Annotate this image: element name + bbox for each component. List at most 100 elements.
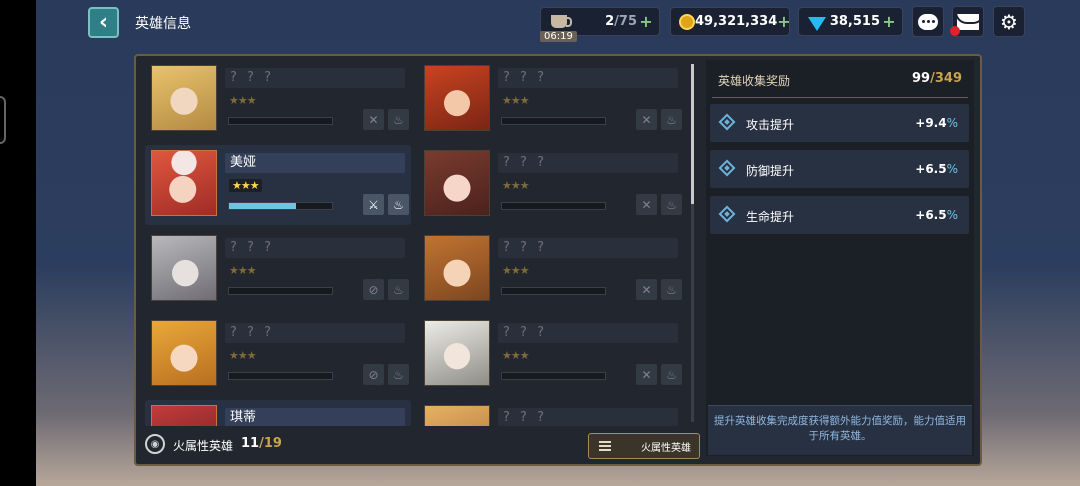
hero-card[interactable]: ? ? ? ★★★ ⊘ ♨ [145,230,411,310]
attribute-label: 火属性英雄 [173,439,234,453]
hero-name: ? ? ? [225,68,405,88]
hero-progress [228,202,333,210]
hero-stars: ★★★ [502,349,530,362]
attribute-count-current: 11 [241,436,260,451]
hero-name: ? ? ? [225,323,405,343]
bonus-unit: % [946,162,958,176]
attribute-count-max: /19 [259,436,282,451]
gem-value: 38,515 [829,14,880,29]
stamina-max: /75 [614,14,637,29]
hero-portrait [424,235,490,301]
hero-portrait [151,150,217,216]
swords-icon: ✕ [636,279,657,300]
bonus-label: 生命提升 [746,210,795,224]
chevron-left-icon: ‹ [98,10,109,35]
menu-icon [599,441,611,451]
hero-stars: ★★★ [229,94,257,107]
bonus-defense: 防御提升 +6.5% [710,150,969,188]
bonus-number: +9.4 [915,116,947,130]
hero-name: 美娅 [225,153,405,173]
hero-progress [501,117,606,125]
gem-icon [807,12,827,32]
attribute-filter-button[interactable]: 火属性英雄 [588,433,700,459]
bonus-number: +6.5 [915,208,947,222]
gold-value: 49,321,334 [695,14,778,29]
hero-portrait [151,235,217,301]
fire-attribute-icon: ◉ [145,434,165,454]
add-stamina-button[interactable]: + [637,12,655,31]
hero-card[interactable]: ? ? ? ★★★ ✕ ♨ [418,145,684,225]
hero-name: ? ? ? [498,323,678,343]
swords-icon: ✕ [636,194,657,215]
hero-stars: ★★★ [502,94,530,107]
hero-stars: ★★★ [502,264,530,277]
hero-card[interactable]: ? ? ? [418,400,684,426]
hero-card[interactable]: 琪蒂 [145,400,411,426]
hero-name: ? ? ? [498,68,678,88]
hero-portrait [424,405,490,426]
chat-button[interactable] [912,6,944,37]
hero-card[interactable]: ? ? ? ★★★ ⊘ ♨ [145,315,411,395]
gem-counter: 38,515 + [798,7,903,36]
hero-stars: ★★★ [229,179,262,192]
notification-dot [950,26,960,36]
cup-icon [549,12,572,32]
hero-stars: ★★★ [229,349,257,362]
no-attack-icon: ⊘ [363,279,384,300]
chat-icon [918,13,938,30]
hero-stars: ★★★ [229,264,257,277]
hero-card[interactable]: ? ? ? ★★★ ✕ ♨ [418,315,684,395]
bonus-number: +6.5 [915,162,947,176]
hero-stars: ★★★ [502,179,530,192]
bonus-attack: 攻击提升 +9.4% [710,104,969,142]
device-bezel [0,0,36,486]
hero-card[interactable]: ? ? ? ★★★ ✕ ♨ [418,60,684,140]
hero-portrait [424,65,490,131]
bonus-label: 防御提升 [746,164,795,178]
hero-portrait [424,150,490,216]
diamond-icon [718,159,736,177]
diamond-icon [718,113,736,131]
collection-note: 提升英雄收集完成度获得额外能力值奖励，能力值适用于所有英雄。 [708,405,972,455]
no-attack-icon: ⊘ [363,364,384,385]
coin-icon [679,12,695,32]
fire-icon: ♨ [388,109,409,130]
hero-name: 琪蒂 [225,408,405,426]
bonus-value: +6.5% [915,208,958,222]
collection-count-current: 99 [912,71,931,86]
hero-card-selected[interactable]: 美娅 ★★★ ⚔ ♨ [145,145,411,225]
hero-list-scrollbar[interactable] [691,64,694,422]
hero-name: ? ? ? [498,238,678,258]
hero-progress [228,117,333,125]
hero-card[interactable]: ? ? ? ★★★ ✕ ♨ [145,60,411,140]
hero-list[interactable]: ? ? ? ★★★ ✕ ♨ ? ? ? ★★★ ✕ ♨ 美娅 ★★★ ⚔ ♨ ?… [145,60,698,426]
hero-card[interactable]: ? ? ? ★★★ ✕ ♨ [418,230,684,310]
hero-name: ? ? ? [498,153,678,173]
add-gold-button[interactable]: + [777,12,790,31]
shield-sword-icon: ⚔ [363,194,384,215]
bonus-value: +6.5% [915,162,958,176]
bonus-unit: % [946,208,958,222]
hero-portrait [151,65,217,131]
hero-name: ? ? ? [225,238,405,258]
mail-icon [957,13,979,30]
settings-button[interactable]: ⚙ [993,6,1025,37]
stamina-current: 2 [605,14,615,29]
attribute-count: 11/19 [241,436,282,451]
filter-label: 火属性英雄 [641,442,691,454]
gold-counter: 49,321,334 + [670,7,791,36]
bonus-unit: % [946,116,958,130]
hero-progress [228,372,333,380]
diamond-icon [718,205,736,223]
collection-count: 99/349 [912,71,962,86]
fire-icon: ♨ [661,109,682,130]
back-button[interactable]: ‹ [88,7,119,38]
fire-icon: ♨ [661,194,682,215]
fire-icon: ♨ [661,279,682,300]
add-gem-button[interactable]: + [880,12,898,31]
page-title: 英雄信息 [135,16,191,32]
fire-icon: ♨ [388,279,409,300]
device-side-button [0,96,6,144]
hero-progress [501,372,606,380]
hero-name: ? ? ? [498,408,678,426]
